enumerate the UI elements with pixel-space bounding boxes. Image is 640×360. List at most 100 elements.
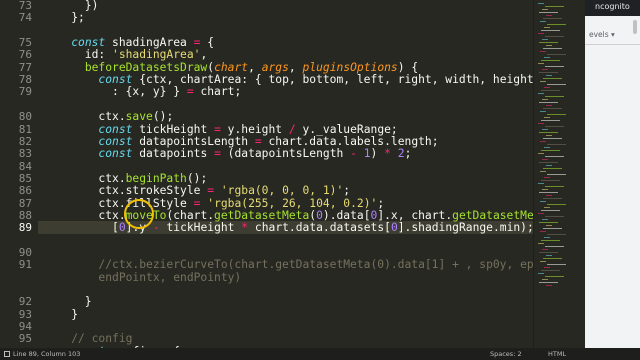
minimap-line — [540, 51, 546, 52]
minimap-line — [539, 132, 558, 133]
code-area[interactable]: }) }; const shadingArea = { id: 'shading… — [0, 0, 533, 348]
minimap-line — [546, 45, 552, 46]
code-token: - — [152, 221, 160, 235]
minimap-line — [545, 216, 564, 217]
minimap-line — [546, 255, 552, 256]
code-line[interactable]: } — [44, 295, 92, 308]
minimap-line — [542, 129, 548, 130]
minimap-line — [543, 198, 562, 199]
code-line[interactable]: : {x, y} } = chart; — [44, 85, 241, 98]
code-token: y._valueRange; — [295, 122, 398, 136]
code-line[interactable]: const shadingArea = { — [44, 36, 214, 49]
minimap-line — [538, 273, 544, 274]
code-token: ctx. — [44, 171, 126, 185]
code-token: ctx. — [44, 208, 126, 222]
code-line[interactable]: endPointx, endPointy) — [44, 271, 241, 284]
code-token: chart.data.labels.length; — [261, 134, 439, 148]
minimap-line — [543, 228, 562, 229]
code-line[interactable]: [0].y - tickHeight * chart.data.datasets… — [44, 221, 533, 234]
minimap-line — [541, 60, 560, 61]
code-editor[interactable]: 73 74 75 76 77 78 79 80 81 82 83 84 85 86 87 88 89 90 91 92… — [0, 0, 533, 348]
code-token: tickHeight — [132, 122, 215, 136]
incognito-tab-label: ncognito — [595, 2, 630, 11]
minimap-line — [540, 231, 546, 232]
code-line[interactable]: const datapoints = (datapointsLength - 1… — [44, 147, 411, 160]
minimap-line — [540, 261, 546, 262]
minimap-line — [543, 48, 562, 49]
minimap-line — [546, 165, 552, 166]
minimap-line — [544, 117, 550, 118]
code-token: const — [98, 122, 133, 136]
code-line[interactable]: ctx.strokeStyle = 'rgba(0, 0, 0, 1)'; — [44, 184, 350, 197]
minimap-line — [544, 177, 550, 178]
minimap-line — [543, 168, 562, 169]
minimap-line — [543, 78, 562, 79]
code-token: datapointsLength — [132, 134, 255, 148]
minimap-line — [540, 81, 546, 82]
code-token: ].x, chart. — [377, 208, 453, 222]
levels-dropdown[interactable]: evels ▾ — [589, 30, 615, 39]
minimap-line — [547, 114, 566, 115]
code-token: save — [125, 110, 153, 124]
code-line[interactable]: const {ctx, chartArea: { top, bottom, le… — [44, 73, 533, 86]
browser-window-partial: ncognito evels ▾ — [585, 0, 640, 348]
minimap-line — [541, 150, 560, 151]
minimap-line — [546, 105, 552, 106]
minimap[interactable] — [533, 0, 586, 348]
code-line[interactable]: ctx.moveTo(chart.getDatasetMeta(0).data[… — [44, 209, 533, 222]
minimap-line — [546, 75, 552, 76]
minimap-line — [541, 120, 560, 121]
code-token: chart — [214, 60, 249, 74]
minimap-line — [538, 93, 544, 94]
panel-toggle-icon[interactable] — [4, 351, 10, 357]
code-token: id: — [44, 48, 113, 62]
minimap-line — [543, 138, 562, 139]
minimap-line — [539, 222, 558, 223]
scrollbar[interactable] — [633, 20, 637, 34]
code-line[interactable]: }) — [44, 0, 99, 12]
minimap-line — [541, 240, 560, 241]
status-bar: Line 89, Column 103 Spaces: 2 HTML — [0, 348, 640, 360]
code-token: ).data[ — [322, 208, 371, 222]
code-line[interactable]: ctx.save(); — [44, 110, 173, 123]
minimap-line — [538, 213, 544, 214]
minimap-line — [546, 135, 552, 136]
code-line[interactable]: } — [44, 308, 78, 321]
indentation-setting[interactable]: Spaces: 2 — [490, 350, 522, 358]
minimap-line — [541, 90, 560, 91]
code-line[interactable]: }; — [44, 11, 85, 24]
minimap-line — [547, 204, 566, 205]
code-line[interactable]: id: 'shadingArea', — [44, 48, 207, 61]
minimap-line — [541, 30, 560, 31]
code-token: const — [98, 73, 133, 87]
code-token: getDatasetMeta — [452, 208, 533, 222]
code-line[interactable]: ctx.fillStyle = 'rgba(255, 26, 104, 0.2)… — [44, 197, 384, 210]
syntax-mode[interactable]: HTML — [548, 350, 566, 358]
code-token: getDatasetMeta — [214, 208, 310, 222]
code-token: // config — [71, 332, 133, 346]
minimap-line — [541, 180, 560, 181]
minimap-line — [545, 96, 564, 97]
minimap-line — [540, 201, 546, 202]
code-token: 0 — [316, 208, 323, 222]
code-token: 2 — [397, 147, 405, 161]
code-line[interactable]: //ctx.bezierCurveTo(chart.getDatasetMeta… — [44, 258, 533, 271]
minimap-line — [538, 63, 544, 64]
code-token: tickHeight — [159, 221, 242, 235]
code-line[interactable]: const tickHeight = y.height / y._valueRa… — [44, 122, 398, 136]
minimap-line — [540, 111, 546, 112]
code-token: , — [288, 60, 303, 74]
minimap-line — [546, 195, 552, 196]
code-token: ) — [370, 147, 385, 161]
code-line[interactable]: beforeDatasetsDraw(chart, args, pluginsO… — [44, 61, 418, 74]
code-line[interactable]: const datapointsLength = chart.data.labe… — [44, 134, 439, 148]
code-token: = — [214, 147, 221, 161]
code-line[interactable]: // config — [44, 332, 132, 345]
minimap-line — [539, 42, 558, 43]
code-token: shadingArea — [105, 36, 194, 50]
code-line[interactable]: ctx.beginPath(); — [44, 172, 207, 185]
minimap-line — [546, 225, 552, 226]
